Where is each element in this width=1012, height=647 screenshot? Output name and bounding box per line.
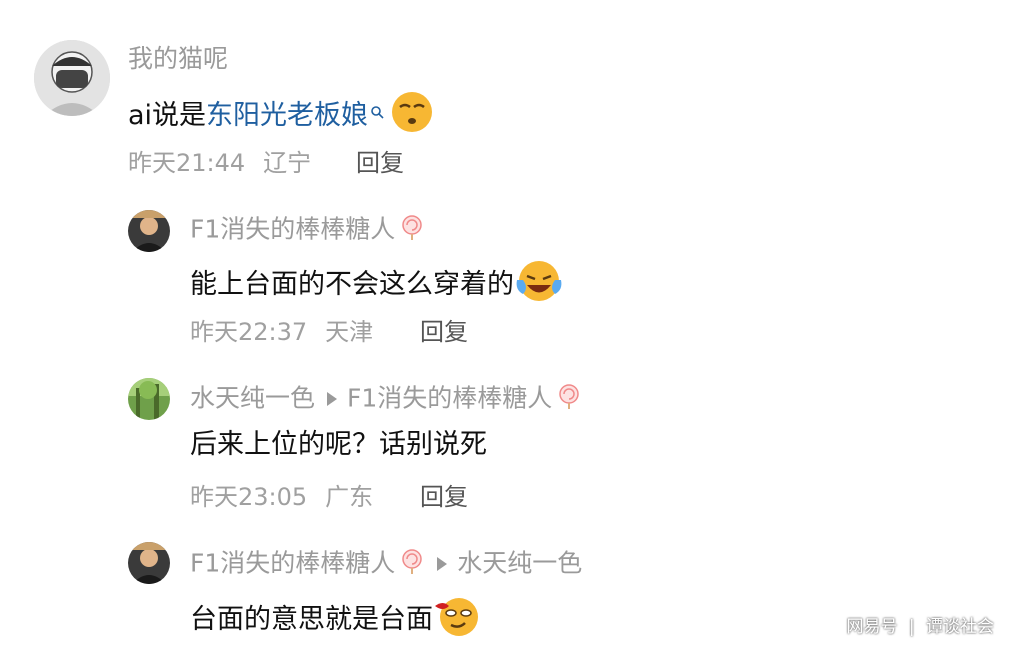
watermark-author: 谭谈社会 (926, 617, 994, 637)
username-comment-4: F1消失的棒棒糖人 水天纯一色 (190, 548, 582, 581)
comment-meta-1: 昨天21:44 辽宁 (128, 148, 311, 178)
avatar-comment-4[interactable] (128, 542, 170, 584)
username-label[interactable]: 水天纯一色 (190, 384, 315, 413)
avatar-comment-3[interactable] (128, 378, 170, 420)
smirk-face-emoji-icon (433, 594, 483, 647)
reply-to-username[interactable]: F1消失的棒棒糖人 (347, 384, 552, 413)
reply-to-username[interactable]: 水天纯一色 (457, 549, 582, 578)
username-comment-1[interactable]: 我的猫呢 (128, 44, 228, 74)
lollipop-icon (399, 548, 425, 581)
comment-text-prefix: ai说是 (128, 100, 207, 131)
timestamp: 昨天23:05 (190, 483, 308, 511)
username-label[interactable]: F1消失的棒棒糖人 (190, 549, 395, 578)
reply-button-3[interactable]: 回复 (420, 482, 468, 512)
location: 天津 (325, 318, 374, 346)
search-icon[interactable] (370, 94, 384, 128)
username-comment-3: 水天纯一色 F1消失的棒棒糖人 (190, 383, 582, 416)
comment-meta-3: 昨天23:05 广东 (190, 482, 373, 512)
search-link[interactable]: 东阳光老板娘 (206, 100, 368, 131)
username-label[interactable]: F1消失的棒棒糖人 (190, 215, 395, 244)
reply-arrow-icon (327, 391, 338, 406)
avatar-comment-1[interactable] (34, 40, 110, 116)
comment-body: 能上台面的不会这么穿着的 (190, 269, 514, 300)
crying-laughing-emoji-icon (514, 258, 564, 313)
comment-text-4: 台面的意思就是台面 (190, 594, 483, 647)
location: 广东 (325, 483, 374, 511)
reply-button-2[interactable]: 回复 (420, 317, 468, 347)
comment-body: 台面的意思就是台面 (190, 604, 433, 635)
avatar-comment-2[interactable] (128, 210, 170, 252)
comment-text-2: 能上台面的不会这么穿着的 (190, 258, 564, 313)
reply-arrow-icon (437, 556, 448, 571)
location: 辽宁 (263, 149, 312, 177)
lollipop-icon (556, 383, 582, 416)
sleepy-face-emoji-icon (388, 90, 436, 143)
lollipop-icon (399, 214, 425, 247)
username-comment-2[interactable]: F1消失的棒棒糖人 (190, 214, 425, 247)
watermark: 网易号 | 谭谈社会 (846, 617, 994, 637)
reply-button-1[interactable]: 回复 (356, 148, 404, 178)
comment-meta-2: 昨天22:37 天津 (190, 317, 373, 347)
comment-text-1: ai说是东阳光老板娘 (128, 90, 436, 143)
watermark-source: 网易号 (846, 617, 898, 637)
comment-text-3: 后来上位的呢？话别说死 (190, 429, 487, 460)
timestamp: 昨天21:44 (128, 149, 246, 177)
timestamp: 昨天22:37 (190, 318, 308, 346)
